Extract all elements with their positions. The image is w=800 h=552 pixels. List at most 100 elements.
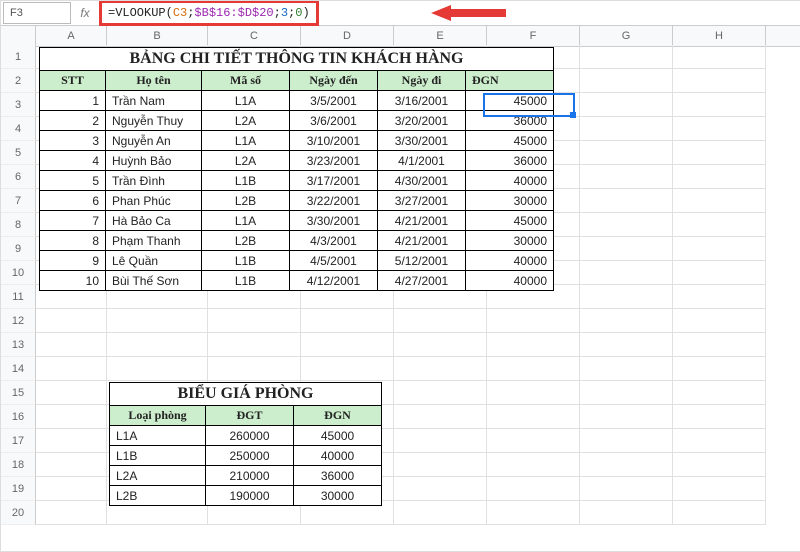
- cell-value[interactable]: Hà Bảo Ca: [106, 211, 202, 231]
- cell-value[interactable]: 2: [40, 111, 106, 131]
- row-header[interactable]: 2: [1, 69, 36, 93]
- cell-value[interactable]: L2A: [202, 111, 290, 131]
- cell[interactable]: [673, 405, 766, 429]
- cell-value[interactable]: L1B: [202, 251, 290, 271]
- cell-value[interactable]: 4/5/2001: [290, 251, 378, 271]
- cell[interactable]: [208, 309, 301, 333]
- cell-value[interactable]: 45000: [294, 426, 382, 446]
- formula-input[interactable]: =VLOOKUP( C3 ; $B$16:$D$20 ; 3 ; 0 ): [99, 0, 319, 26]
- cell[interactable]: [580, 93, 673, 117]
- cell[interactable]: [36, 333, 107, 357]
- cell-value[interactable]: 3/5/2001: [290, 91, 378, 111]
- cell[interactable]: [673, 333, 766, 357]
- cell-value[interactable]: 210000: [206, 466, 294, 486]
- cell-value[interactable]: 4/21/2001: [378, 231, 466, 251]
- cell-value[interactable]: 30000: [466, 231, 554, 251]
- cell[interactable]: [580, 501, 673, 525]
- cell-value[interactable]: 4/27/2001: [378, 271, 466, 291]
- cell-value[interactable]: 4/3/2001: [290, 231, 378, 251]
- cell[interactable]: [673, 381, 766, 405]
- cell[interactable]: [487, 333, 580, 357]
- cell[interactable]: [673, 501, 766, 525]
- col-header[interactable]: B: [107, 26, 208, 46]
- cell[interactable]: [487, 357, 580, 381]
- cell[interactable]: [580, 237, 673, 261]
- row-header[interactable]: 6: [1, 165, 36, 189]
- cell-value[interactable]: Phạm Thanh: [106, 231, 202, 251]
- cell[interactable]: [673, 237, 766, 261]
- cell-value[interactable]: 36000: [466, 111, 554, 131]
- cell[interactable]: [580, 261, 673, 285]
- cell-value[interactable]: 10: [40, 271, 106, 291]
- cell[interactable]: [673, 261, 766, 285]
- cell-value[interactable]: 3/27/2001: [378, 191, 466, 211]
- row-header[interactable]: 8: [1, 213, 36, 237]
- cell-value[interactable]: L1A: [202, 91, 290, 111]
- cell-value[interactable]: 30000: [466, 191, 554, 211]
- cell[interactable]: [394, 405, 487, 429]
- cell[interactable]: [580, 213, 673, 237]
- col-header[interactable]: E: [394, 26, 487, 46]
- cell[interactable]: [580, 165, 673, 189]
- cell[interactable]: [487, 453, 580, 477]
- cell-value[interactable]: Nguyễn An: [106, 131, 202, 151]
- cell[interactable]: [673, 45, 766, 69]
- cell-value[interactable]: 3/20/2001: [378, 111, 466, 131]
- cell[interactable]: [580, 189, 673, 213]
- row-header[interactable]: 7: [1, 189, 36, 213]
- cell[interactable]: [580, 381, 673, 405]
- col-header[interactable]: H: [673, 26, 766, 46]
- cell-value[interactable]: L2A: [110, 466, 206, 486]
- row-header[interactable]: 4: [1, 117, 36, 141]
- cell[interactable]: [36, 309, 107, 333]
- cell[interactable]: [673, 93, 766, 117]
- cell-value[interactable]: 30000: [294, 486, 382, 506]
- cell[interactable]: [487, 309, 580, 333]
- cell-value[interactable]: 36000: [466, 151, 554, 171]
- cell-value[interactable]: 190000: [206, 486, 294, 506]
- cell[interactable]: [673, 69, 766, 93]
- cell[interactable]: [394, 501, 487, 525]
- row-header[interactable]: 3: [1, 93, 36, 117]
- cell[interactable]: [208, 333, 301, 357]
- cell[interactable]: [487, 381, 580, 405]
- cell-value[interactable]: 9: [40, 251, 106, 271]
- fx-icon[interactable]: fx: [77, 6, 93, 20]
- cell[interactable]: [580, 429, 673, 453]
- cell-value[interactable]: 40000: [466, 171, 554, 191]
- row-header[interactable]: 11: [1, 285, 36, 309]
- cell-value[interactable]: Trần Nam: [106, 91, 202, 111]
- cell[interactable]: [487, 429, 580, 453]
- cell[interactable]: [36, 453, 107, 477]
- col-header[interactable]: A: [36, 26, 107, 46]
- cell-value[interactable]: L1B: [202, 171, 290, 191]
- cell-value[interactable]: Trần Đình: [106, 171, 202, 191]
- cell[interactable]: [394, 381, 487, 405]
- cell[interactable]: [673, 213, 766, 237]
- cell[interactable]: [301, 309, 394, 333]
- cell-value[interactable]: L1A: [110, 426, 206, 446]
- cell-value[interactable]: 4/12/2001: [290, 271, 378, 291]
- cell[interactable]: [580, 333, 673, 357]
- cell-value[interactable]: 3/17/2001: [290, 171, 378, 191]
- cell-value[interactable]: L1A: [202, 131, 290, 151]
- cell[interactable]: [580, 357, 673, 381]
- cell[interactable]: [580, 405, 673, 429]
- cell-value[interactable]: Nguyễn Thuy: [106, 111, 202, 131]
- cell-value[interactable]: 250000: [206, 446, 294, 466]
- cell-value[interactable]: 5/12/2001: [378, 251, 466, 271]
- cell[interactable]: [36, 381, 107, 405]
- row-header[interactable]: 19: [1, 477, 36, 501]
- cell-value[interactable]: 45000: [466, 211, 554, 231]
- cell-value[interactable]: L2B: [110, 486, 206, 506]
- cell[interactable]: [673, 357, 766, 381]
- name-box[interactable]: F3: [3, 2, 71, 24]
- row-header[interactable]: 18: [1, 453, 36, 477]
- cell-value[interactable]: 45000: [466, 91, 554, 111]
- cell[interactable]: [36, 477, 107, 501]
- cell[interactable]: [673, 429, 766, 453]
- cell[interactable]: [36, 429, 107, 453]
- row-header[interactable]: 14: [1, 357, 36, 381]
- cell-value[interactable]: 3: [40, 131, 106, 151]
- cell[interactable]: [107, 309, 208, 333]
